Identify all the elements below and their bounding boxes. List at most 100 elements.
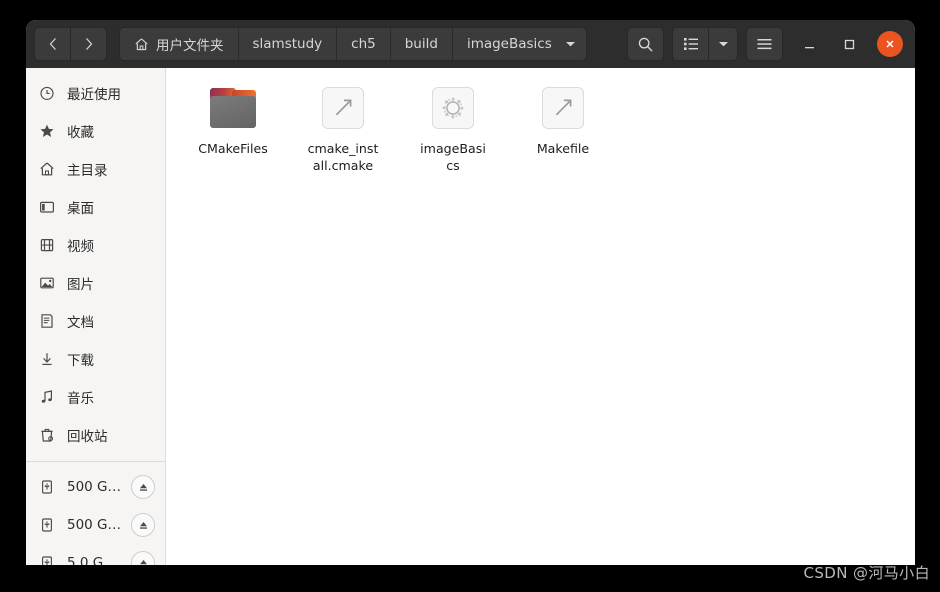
file-label: CMakeFiles — [198, 141, 268, 156]
sidebar-item-recent[interactable]: 最近使用 — [26, 74, 165, 112]
document-icon — [38, 312, 56, 330]
sidebar-drive-label: 5.0 G… — [67, 555, 117, 565]
eject-icon — [139, 483, 147, 491]
breadcrumb-item-build[interactable]: build — [391, 28, 453, 60]
sidebar-drive-1[interactable]: 500 G… — [26, 468, 165, 506]
sidebar-item-label: 图片 — [67, 277, 94, 293]
image-icon — [38, 274, 56, 292]
sidebar-item-music[interactable]: 音乐 — [26, 378, 165, 416]
eject-icon — [139, 521, 147, 529]
eject-button[interactable] — [131, 475, 155, 499]
view-options-button[interactable] — [672, 27, 708, 61]
usb-drive-icon — [38, 554, 56, 565]
breadcrumb-label: 用户文件夹 — [156, 38, 224, 54]
sidebar-item-label: 下载 — [67, 353, 94, 369]
chevron-down-icon — [565, 42, 575, 47]
sidebar-item-label: 音乐 — [67, 391, 94, 407]
cmake-file-icon — [539, 84, 587, 132]
back-button[interactable] — [34, 27, 70, 61]
sidebar-item-label: 主目录 — [67, 163, 108, 179]
gear-icon — [442, 97, 464, 119]
maximize-button[interactable] — [835, 30, 863, 58]
sidebar-drive-3[interactable]: 5.0 G… — [26, 544, 165, 565]
sidebar-drive-2[interactable]: 500 G… — [26, 506, 165, 544]
sidebar-item-label: 桌面 — [67, 201, 94, 217]
chevron-left-icon — [49, 38, 56, 50]
trash-icon — [38, 426, 56, 444]
minimize-icon — [804, 46, 814, 48]
watermark: CSDN @河马小白 — [803, 564, 930, 582]
forward-button[interactable] — [70, 27, 107, 61]
maximize-icon — [844, 39, 854, 49]
main-menu-button[interactable] — [746, 27, 783, 61]
close-button[interactable] — [877, 31, 903, 57]
screen: 用户文件夹 slamstudy ch5 build imageBasics 最近… — [0, 0, 940, 592]
close-icon — [886, 40, 894, 48]
clock-icon — [38, 84, 56, 102]
sidebar-drive-label: 500 G… — [67, 517, 120, 533]
home-icon — [38, 160, 56, 178]
file-item-makefile[interactable]: Makefile — [508, 80, 618, 174]
sidebar-item-label: 视频 — [67, 239, 94, 255]
home-icon — [135, 37, 148, 50]
star-icon — [38, 122, 56, 140]
file-grid: CMakeFiles cmake_install.cmake imageBasi… — [166, 68, 915, 565]
sidebar-item-label: 文档 — [67, 315, 94, 331]
hammer-icon — [335, 99, 352, 116]
breadcrumb-item-imagebasics[interactable]: imageBasics — [453, 28, 586, 60]
file-item-cmake-install[interactable]: cmake_install.cmake — [288, 80, 398, 174]
executable-icon — [429, 84, 477, 132]
sidebar-item-label: 回收站 — [67, 429, 108, 445]
file-item-cmakefiles[interactable]: CMakeFiles — [178, 80, 288, 174]
sidebar-item-pictures[interactable]: 图片 — [26, 264, 165, 302]
header-bar: 用户文件夹 slamstudy ch5 build imageBasics — [26, 20, 915, 68]
download-icon — [38, 350, 56, 368]
navigation-buttons — [34, 27, 107, 61]
folder-icon — [209, 84, 257, 132]
eject-button[interactable] — [131, 513, 155, 537]
breadcrumb-item-ch5[interactable]: ch5 — [337, 28, 391, 60]
sidebar-item-trash[interactable]: 回收站 — [26, 416, 165, 454]
usb-drive-icon — [38, 516, 56, 534]
sidebar: 最近使用 收藏 主目录 桌面 视频 图片 文档 下载 音乐 回收站 500 G…… — [26, 68, 166, 565]
view-options-dropdown[interactable] — [708, 27, 738, 61]
sidebar-item-desktop[interactable]: 桌面 — [26, 188, 165, 226]
cmake-file-icon — [319, 84, 367, 132]
sidebar-item-videos[interactable]: 视频 — [26, 226, 165, 264]
window-body: 最近使用 收藏 主目录 桌面 视频 图片 文档 下载 音乐 回收站 500 G…… — [26, 68, 915, 565]
eject-icon — [139, 559, 147, 565]
video-icon — [38, 236, 56, 254]
view-list-icon — [683, 38, 698, 50]
file-label: cmake_install.cmake — [307, 141, 379, 173]
usb-drive-icon — [38, 478, 56, 496]
sidebar-divider — [26, 461, 165, 462]
breadcrumb: 用户文件夹 slamstudy ch5 build imageBasics — [119, 27, 587, 61]
minimize-button[interactable] — [795, 30, 823, 58]
breadcrumb-label: imageBasics — [466, 36, 552, 52]
file-item-imagebasics[interactable]: imageBasics — [398, 80, 508, 174]
hamburger-menu-icon — [757, 39, 772, 50]
eject-button[interactable] — [131, 551, 155, 565]
breadcrumb-label: build — [404, 36, 438, 52]
chevron-right-icon — [85, 38, 92, 50]
sidebar-item-label: 收藏 — [67, 125, 94, 141]
file-label: imageBasics — [420, 141, 486, 173]
breadcrumb-label: slamstudy — [252, 36, 323, 52]
sidebar-item-starred[interactable]: 收藏 — [26, 112, 165, 150]
breadcrumb-label: ch5 — [351, 36, 376, 52]
breadcrumb-item-slamstudy[interactable]: slamstudy — [239, 28, 338, 60]
breadcrumb-item-home[interactable]: 用户文件夹 — [120, 28, 239, 60]
sidebar-item-home[interactable]: 主目录 — [26, 150, 165, 188]
sidebar-drive-label: 500 G… — [67, 479, 120, 495]
hammer-icon — [555, 99, 572, 116]
chevron-down-icon — [718, 42, 728, 47]
sidebar-item-label: 最近使用 — [67, 87, 121, 103]
search-button[interactable] — [627, 27, 664, 61]
sidebar-item-downloads[interactable]: 下载 — [26, 340, 165, 378]
file-label: Makefile — [536, 141, 590, 156]
search-icon — [638, 37, 653, 52]
sidebar-item-documents[interactable]: 文档 — [26, 302, 165, 340]
music-icon — [38, 388, 56, 406]
desktop-icon — [38, 198, 56, 216]
file-manager-window: 用户文件夹 slamstudy ch5 build imageBasics 最近… — [26, 20, 915, 565]
